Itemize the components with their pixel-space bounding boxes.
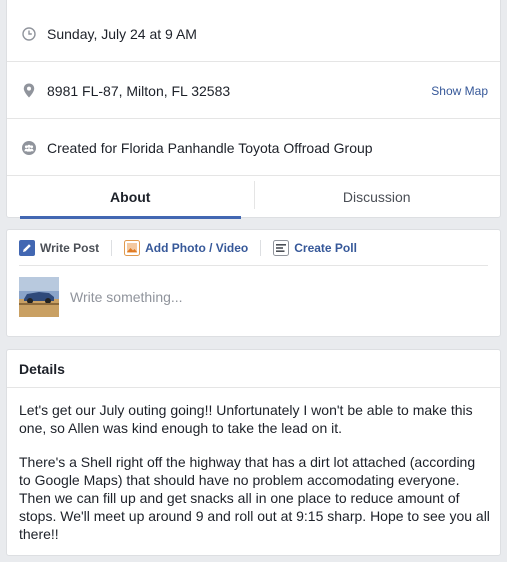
divider [260,239,262,256]
write-something-input[interactable] [70,287,480,307]
post-composer-card: Write Post Add Photo / Video Create Poll [6,229,501,337]
details-card: Details Let's get our July outing going!… [6,349,501,556]
event-info-card: Sunday, July 24 at 9 AM 8981 FL-87, Milt… [6,0,501,219]
tab-discussion[interactable]: Discussion [254,175,501,219]
tab-about[interactable]: About [7,175,254,219]
write-post-label: Write Post [40,240,100,255]
event-datetime: Sunday, July 24 at 9 AM [47,25,197,42]
poll-icon [273,239,290,256]
details-title: Details [7,350,500,388]
divider [111,239,113,256]
map-pin-icon [21,83,37,99]
avatar [19,277,59,317]
add-photo-video-label: Add Photo / Video [145,240,249,255]
event-group-row: Created for Florida Panhandle Toyota Off… [7,119,500,176]
details-body: Let's get our July outing going!! Unfort… [19,401,490,559]
pencil-icon [19,239,35,256]
create-poll-button[interactable]: Create Poll [273,239,357,256]
tab-separator [254,181,255,209]
event-location-row: 8981 FL-87, Milton, FL 32583 Show Map [7,62,500,119]
group-icon [21,140,37,156]
add-photo-video-button[interactable]: Add Photo / Video [124,239,249,256]
create-poll-label: Create Poll [294,240,357,255]
clock-icon [21,26,37,42]
event-created-for: Created for Florida Panhandle Toyota Off… [47,139,373,156]
show-map-link[interactable]: Show Map [431,84,488,98]
details-paragraph: There's a Shell right off the highway th… [19,454,490,542]
write-post-button[interactable]: Write Post [19,239,100,256]
photo-icon [124,239,141,256]
event-datetime-row: Sunday, July 24 at 9 AM [7,5,500,62]
composer-actions: Write Post Add Photo / Video Create Poll [19,230,488,266]
details-paragraph: Let's get our July outing going!! Unfort… [19,402,473,436]
